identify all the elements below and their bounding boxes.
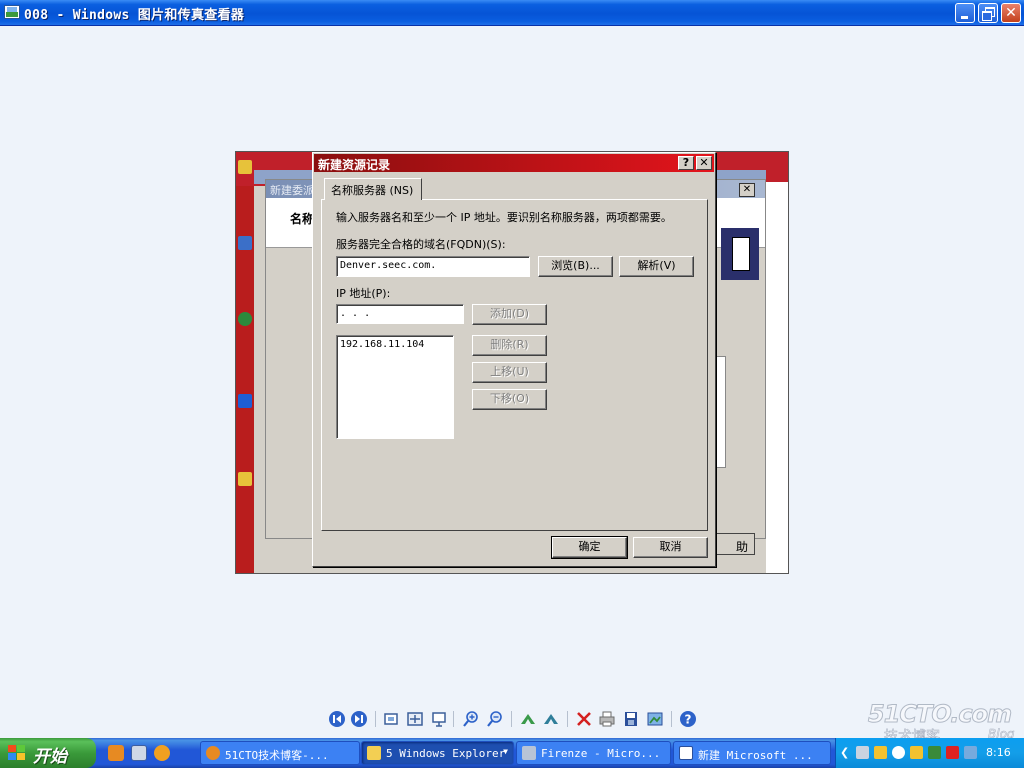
tray-network-icon[interactable] <box>856 746 869 759</box>
help-icon[interactable]: ? <box>678 156 694 170</box>
taskbar-item-word[interactable]: 新建 Microsoft ... <box>673 741 831 765</box>
previous-icon[interactable] <box>327 709 347 729</box>
wizard-heading: 名称 <box>290 212 315 226</box>
save-icon[interactable] <box>621 709 641 729</box>
tray-shield-icon[interactable] <box>910 746 923 759</box>
taskbar-item-explorer[interactable]: 5 Windows Explorer ▼ <box>361 741 514 765</box>
watermark-logo: 51CTO.com <box>867 700 1012 729</box>
desktop-network-icon <box>238 312 252 326</box>
close-icon: ✕ <box>1005 5 1017 21</box>
best-fit-icon[interactable] <box>381 709 401 729</box>
window-title: 008 - Windows 图片和传真查看器 <box>24 8 245 23</box>
task-label: 51CTO技术博客-... <box>225 749 329 762</box>
quicklaunch-show-desktop-icon[interactable] <box>131 745 147 761</box>
desktop-ie-icon <box>238 394 252 408</box>
quicklaunch-firefox-icon[interactable] <box>108 745 124 761</box>
ip-label: IP 地址(P): <box>336 287 391 300</box>
next-icon[interactable] <box>349 709 369 729</box>
delete-icon[interactable] <box>574 709 594 729</box>
close-icon[interactable]: ✕ <box>696 156 712 170</box>
dialog-title: 新建资源记录 <box>318 158 391 172</box>
taskbar-item-browser[interactable]: 51CTO技术博客-... <box>200 741 360 765</box>
print-icon[interactable] <box>597 709 617 729</box>
ok-button[interactable]: 确定 <box>551 536 628 559</box>
title-bar[interactable]: 008 - Windows 图片和传真查看器 ✕ <box>0 0 1024 26</box>
rotate-clockwise-icon[interactable] <box>518 709 538 729</box>
ip-address-input[interactable]: . . . <box>336 304 464 324</box>
svg-text:?: ? <box>685 713 692 727</box>
delete-button[interactable]: 删除(R) <box>472 335 547 356</box>
start-button[interactable]: 开始 <box>0 738 96 768</box>
fqdn-input[interactable]: Denver.seec.com. <box>336 256 530 277</box>
ip-address-list[interactable]: 192.168.11.104 <box>336 335 454 439</box>
browse-button[interactable]: 浏览(B)... <box>538 256 613 277</box>
toolbar-separator <box>671 711 672 727</box>
tray-alert-icon[interactable] <box>946 746 959 759</box>
dialog-caption: 新建资源记录 ? ✕ <box>314 154 714 172</box>
restore-button[interactable] <box>978 3 998 23</box>
zoom-out-icon[interactable] <box>485 709 505 729</box>
taskbar-item-vm[interactable]: Firenze - Micro... <box>516 741 671 765</box>
system-tray: ❮ 8:16 <box>835 738 1024 768</box>
start-label: 开始 <box>33 747 67 767</box>
tray-security-icon[interactable] <box>874 746 887 759</box>
windows-flag-icon <box>8 745 26 761</box>
tray-volume-icon[interactable] <box>964 746 977 759</box>
server-icon <box>721 228 759 280</box>
quicklaunch-media-icon[interactable] <box>154 745 170 761</box>
toolbar-separator <box>567 711 568 727</box>
tab-name-server[interactable]: 名称服务器 (NS) <box>324 178 422 200</box>
move-down-button[interactable]: 下移(O) <box>472 389 547 410</box>
instructions-text: 输入服务器名和至少一个 IP 地址。要识别名称服务器，两项都需要。 <box>336 211 672 224</box>
picture-viewer-icon <box>4 5 20 19</box>
task-label: 5 Windows Explorer <box>386 747 506 760</box>
slideshow-icon[interactable] <box>429 709 449 729</box>
close-button[interactable]: ✕ <box>1001 3 1021 23</box>
background-help-button: 助 <box>715 533 755 555</box>
task-label: Firenze - Micro... <box>541 747 661 760</box>
background-close-icon: ✕ <box>739 183 755 197</box>
open-editor-icon[interactable] <box>645 709 665 729</box>
new-resource-record-dialog: 新建资源记录 ? ✕ 名称服务器 (NS) 输入服务器名和至少一个 IP 地址。… <box>312 152 716 567</box>
tab-panel: 输入服务器名和至少一个 IP 地址。要识别名称服务器，两项都需要。 服务器完全合… <box>321 199 708 531</box>
minimize-button[interactable] <box>955 3 975 23</box>
vm-icon <box>522 746 536 760</box>
desktop-strip <box>236 152 254 573</box>
zoom-in-icon[interactable] <box>461 709 481 729</box>
actual-size-icon[interactable] <box>405 709 425 729</box>
tray-app-icon[interactable] <box>928 746 941 759</box>
toolbar-separator <box>453 711 454 727</box>
word-icon <box>679 746 693 760</box>
fqdn-label: 服务器完全合格的域名(FQDN)(S): <box>336 238 506 251</box>
browser-icon <box>206 746 220 760</box>
cancel-button[interactable]: 取消 <box>633 537 708 558</box>
group-arrow-icon: ▼ <box>503 747 508 756</box>
background-window-edge <box>766 182 788 573</box>
resolve-button[interactable]: 解析(V) <box>619 256 694 277</box>
task-label: 新建 Microsoft ... <box>698 749 813 762</box>
list-item[interactable]: 192.168.11.104 <box>340 339 450 350</box>
help-icon[interactable]: ? <box>678 709 698 729</box>
add-button[interactable]: 添加(D) <box>472 304 547 325</box>
folder-icon <box>367 746 381 760</box>
toolbar-separator <box>375 711 376 727</box>
desktop-folder-icon <box>238 160 252 174</box>
desktop-folder-icon <box>238 472 252 486</box>
toolbar-separator <box>511 711 512 727</box>
desktop-computer-icon <box>238 236 252 250</box>
clock: 8:16 <box>986 746 1011 759</box>
move-up-button[interactable]: 上移(U) <box>472 362 547 383</box>
rotate-counterclockwise-icon[interactable] <box>541 709 561 729</box>
tray-input-icon[interactable] <box>892 746 905 759</box>
tray-collapse-icon[interactable]: ❮ <box>840 746 853 759</box>
